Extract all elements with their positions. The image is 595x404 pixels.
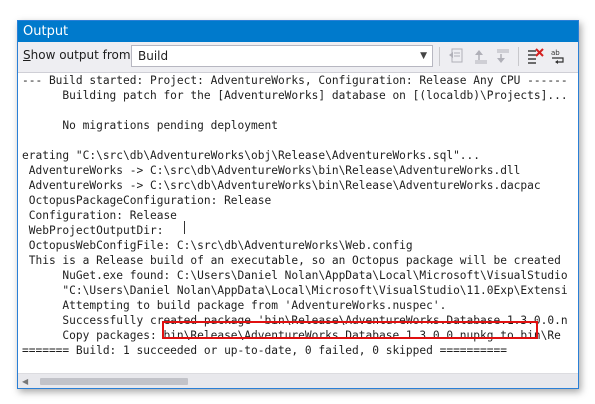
scroll-left-arrow-icon[interactable]: ◀: [22, 377, 28, 386]
show-output-label-accelerator: S: [23, 48, 31, 62]
highlight-box: [162, 321, 538, 339]
output-line: Attempting to build package from 'Advent…: [22, 299, 447, 312]
go-to-error-button[interactable]: [446, 46, 468, 66]
toggle-word-wrap-button[interactable]: ab: [548, 46, 570, 66]
scrollbar-thumb[interactable]: [40, 378, 188, 385]
toggle-word-wrap-icon: ab: [551, 49, 564, 64]
go-to-error-icon: [449, 48, 463, 63]
chevron-down-icon: ▼: [420, 51, 427, 61]
toolbar-separator: [518, 47, 519, 66]
output-line: No migrations pending deployment: [22, 119, 278, 132]
output-window: Output Show output from: Build ▼ ab --- …: [17, 20, 579, 389]
window-title: Output: [23, 24, 69, 39]
output-line: NuGet.exe found: C:\Users\Daniel Nolan\A…: [22, 269, 568, 282]
output-line: WebProjectOutputDir:: [22, 224, 164, 237]
output-line: erating "C:\src\db\AdventureWorks\obj\Re…: [22, 149, 481, 162]
toolbar-separator: [439, 47, 440, 66]
output-source-value: Build: [138, 49, 169, 63]
next-message-button[interactable]: [492, 46, 514, 66]
output-toolbar: Show output from: Build ▼ ab: [18, 42, 578, 73]
next-message-icon: [497, 49, 509, 63]
output-line: OctopusWebConfigFile: C:\src\db\Adventur…: [22, 239, 413, 252]
text-cursor: [184, 221, 185, 234]
output-source-dropdown[interactable]: Build ▼: [131, 45, 433, 67]
output-line: OctopusPackageConfiguration: Release: [22, 194, 272, 207]
svg-text:ab: ab: [551, 49, 560, 57]
output-line: "C:\Users\Daniel Nolan\AppData\Local\Mic…: [22, 284, 568, 297]
output-pane[interactable]: --- Build started: Project: AdventureWor…: [18, 73, 578, 373]
clear-all-icon: [528, 48, 544, 64]
output-line: ======= Build: 1 succeeded or up-to-date…: [22, 344, 507, 357]
output-line: Configuration: Release: [22, 209, 177, 222]
title-bar: Output: [18, 21, 578, 42]
output-line: This is a Release build of an executable…: [22, 254, 561, 267]
output-line: --- Build started: Project: AdventureWor…: [22, 74, 568, 87]
horizontal-scrollbar[interactable]: ◀: [18, 373, 578, 388]
previous-message-icon: [475, 50, 487, 64]
show-output-label: Show output from:: [23, 48, 135, 62]
clear-all-button[interactable]: [524, 46, 546, 66]
show-output-label-text: how output from:: [30, 48, 135, 62]
previous-message-button[interactable]: [470, 46, 492, 66]
output-line: AdventureWorks -> C:\src\db\AdventureWor…: [22, 179, 541, 192]
output-line: Building patch for the [AdventureWorks] …: [22, 89, 568, 102]
output-line: AdventureWorks -> C:\src\db\AdventureWor…: [22, 164, 521, 177]
